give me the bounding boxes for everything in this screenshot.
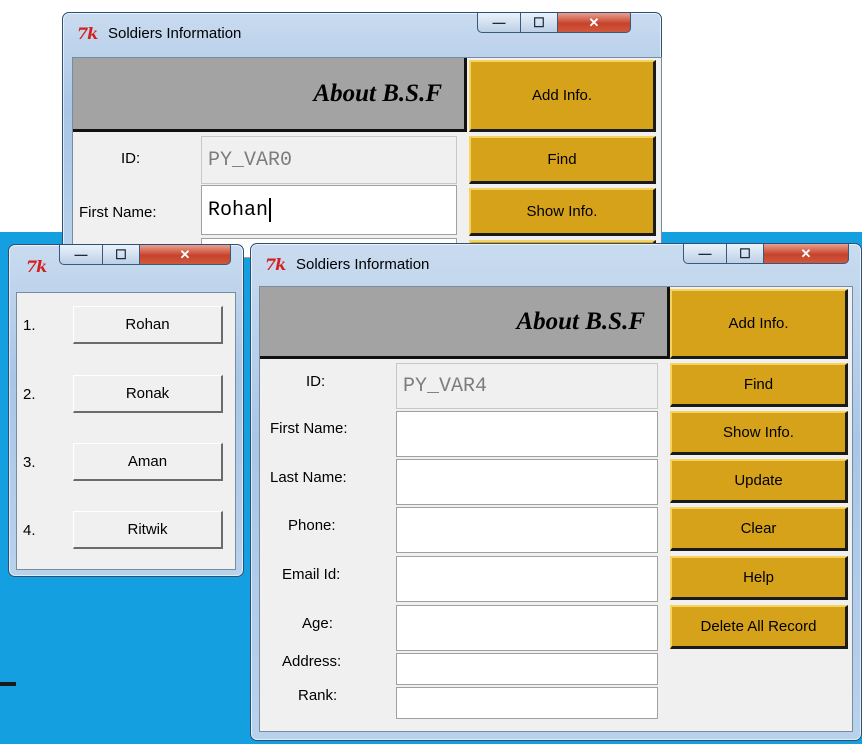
- first-name-label: First Name:: [79, 204, 157, 221]
- close-button[interactable]: ✕: [557, 13, 631, 33]
- rank-field[interactable]: [396, 687, 658, 719]
- first-name-label: First Name:: [270, 420, 348, 437]
- address-label: Address:: [282, 653, 342, 670]
- back-soldiers-window: 7k Soldiers Information — ☐ ✕ About B.S.…: [62, 12, 662, 258]
- id-label: ID:: [121, 150, 141, 167]
- add-info-button[interactable]: Add Info.: [670, 289, 848, 359]
- id-field[interactable]: PY_VAR0: [201, 136, 457, 184]
- soldier-button-aman[interactable]: Aman: [73, 443, 223, 481]
- find-button[interactable]: Find: [469, 136, 656, 184]
- age-label: Age:: [302, 615, 333, 632]
- tk-logo-icon: 7k: [265, 255, 286, 274]
- list-number: 3.: [23, 454, 36, 471]
- back-window-title: Soldiers Information: [108, 25, 242, 42]
- list-window-titlebar[interactable]: 7k — ☐ ✕: [9, 245, 243, 276]
- soldier-button-ritwik[interactable]: Ritwik: [73, 511, 223, 549]
- maximize-button[interactable]: ☐: [102, 245, 140, 265]
- find-button[interactable]: Find: [670, 363, 848, 407]
- front-window-client: About B.S.F Add Info. ID: PY_VAR4 Find F…: [259, 286, 853, 732]
- help-button[interactable]: Help: [670, 556, 848, 600]
- list-window-client: 1. Rohan 2. Ronak 3. Aman 4. Ritwik: [16, 292, 236, 570]
- list-number: 1.: [23, 317, 36, 334]
- close-button[interactable]: ✕: [139, 245, 231, 265]
- header-title: About B.S.F: [313, 79, 442, 107]
- minimize-button[interactable]: —: [683, 244, 727, 264]
- text-caret: [269, 198, 272, 222]
- last-name-field[interactable]: [396, 459, 658, 505]
- header-title: About B.S.F: [516, 307, 645, 335]
- desktop-divider: [0, 682, 16, 686]
- tk-logo-icon: 7k: [26, 257, 47, 276]
- first-name-field[interactable]: [396, 411, 658, 457]
- address-field[interactable]: [396, 653, 658, 685]
- maximize-button[interactable]: ☐: [726, 244, 764, 264]
- header-banner: About B.S.F: [73, 58, 467, 132]
- age-field[interactable]: [396, 605, 658, 651]
- first-name-value: Rohan: [208, 198, 269, 222]
- id-label: ID:: [306, 373, 326, 390]
- phone-field[interactable]: [396, 507, 658, 553]
- front-soldiers-window: 7k Soldiers Information — ☐ ✕ About B.S.…: [250, 243, 862, 741]
- list-number: 2.: [23, 386, 36, 403]
- close-button[interactable]: ✕: [763, 244, 849, 264]
- front-window-title: Soldiers Information: [296, 256, 430, 273]
- first-name-field[interactable]: Rohan: [201, 185, 457, 235]
- minimize-button[interactable]: —: [477, 13, 521, 33]
- back-window-client: About B.S.F Add Info. ID: PY_VAR0 Find F…: [72, 57, 662, 258]
- rank-label: Rank:: [298, 687, 338, 704]
- back-window-titlebar[interactable]: 7k Soldiers Information — ☐ ✕: [63, 13, 661, 43]
- delete-all-record-button[interactable]: Delete All Record: [670, 605, 848, 649]
- list-number: 4.: [23, 522, 36, 539]
- email-label: Email Id:: [282, 566, 341, 583]
- soldier-button-rohan[interactable]: Rohan: [73, 306, 223, 344]
- header-banner: About B.S.F: [260, 287, 670, 359]
- tk-logo-icon: 7k: [77, 24, 98, 43]
- email-field[interactable]: [396, 556, 658, 602]
- update-button[interactable]: Update: [670, 459, 848, 503]
- show-info-button[interactable]: Show Info.: [670, 411, 848, 455]
- phone-label: Phone:: [288, 517, 336, 534]
- maximize-button[interactable]: ☐: [520, 13, 558, 33]
- soldier-button-ronak[interactable]: Ronak: [73, 375, 223, 413]
- last-name-label: Last Name:: [270, 469, 347, 486]
- clear-button[interactable]: Clear: [670, 507, 848, 551]
- show-info-button[interactable]: Show Info.: [469, 188, 656, 236]
- id-field[interactable]: PY_VAR4: [396, 363, 658, 409]
- add-info-button[interactable]: Add Info.: [469, 60, 656, 132]
- list-window: 7k — ☐ ✕ 1. Rohan 2. Ronak 3. Aman 4. Ri…: [8, 244, 244, 577]
- minimize-button[interactable]: —: [59, 245, 103, 265]
- front-window-titlebar[interactable]: 7k Soldiers Information — ☐ ✕: [251, 244, 861, 274]
